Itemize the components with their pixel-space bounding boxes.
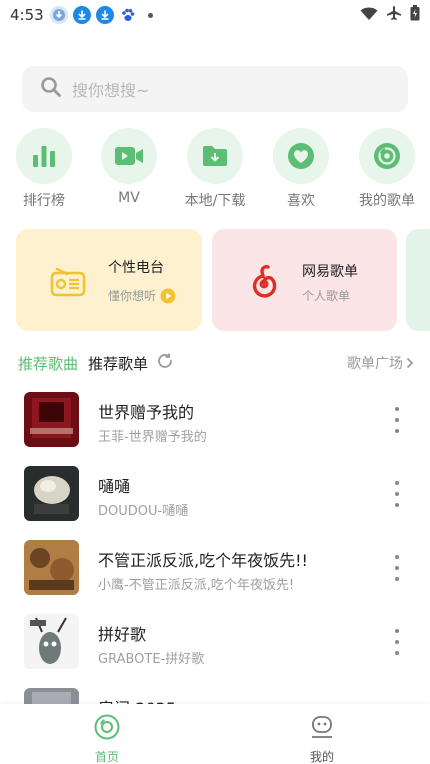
user-icon [309, 714, 335, 744]
quick-menu-local-download[interactable]: 本地/下载 [175, 128, 255, 210]
folder-download-icon [187, 128, 243, 184]
tab-recommended-playlists[interactable]: 推荐歌单 [88, 353, 148, 374]
quick-menu-favorites[interactable]: 喜欢 [261, 128, 341, 210]
card-subtitle: 个人歌单 [302, 289, 351, 303]
home-disc-icon [94, 714, 120, 744]
download-icon [72, 6, 91, 24]
video-icon [101, 128, 157, 184]
song-subtitle: DOUDOU-嗵嗵 [98, 504, 189, 519]
card-title: 网易歌单 [302, 264, 358, 280]
quick-menu: 排行榜 MV 本地/下载 喜欢 我的歌单 [0, 128, 430, 212]
music-disc-icon [359, 128, 415, 184]
play-circle-icon[interactable] [160, 288, 176, 304]
status-bar: 4:53 [0, 0, 430, 30]
notification-dot [147, 12, 153, 18]
playlist-plaza-link[interactable]: 歌单广场 [347, 353, 414, 373]
nav-mine[interactable]: 我的 [282, 714, 362, 764]
song-item[interactable]: 拼好歌 GRABOTE-拼好歌 [0, 614, 430, 688]
next-card-peek[interactable] [406, 229, 430, 331]
netease-music-icon [244, 261, 284, 301]
more-options-icon[interactable] [392, 555, 402, 581]
quick-menu-ranking[interactable]: 排行榜 [4, 128, 84, 210]
airplane-icon [386, 5, 402, 25]
refresh-icon[interactable] [156, 352, 174, 374]
status-time: 4:53 [10, 6, 44, 24]
heart-icon [273, 128, 329, 184]
quick-menu-my-playlists[interactable]: 我的歌单 [347, 128, 427, 210]
bottom-navigation: 首页 我的 [0, 704, 430, 764]
tab-recommended-songs[interactable]: 推荐歌曲 [18, 353, 78, 374]
download-icon [95, 6, 114, 24]
song-title: 世界赠予我的 [98, 403, 195, 422]
album-cover [24, 540, 79, 595]
nav-home[interactable]: 首页 [67, 714, 147, 764]
song-item[interactable]: 世界赠予我的 王菲-世界赠予我的 [0, 392, 430, 466]
search-bar[interactable]: 搜你想搜~ [22, 66, 408, 112]
netease-playlist-card[interactable]: 网易歌单 个人歌单 [212, 229, 397, 331]
paw-icon [119, 6, 137, 24]
wifi-icon [360, 6, 378, 25]
song-item[interactable]: 嗵嗵 DOUDOU-嗵嗵 [0, 466, 430, 540]
nav-home-label: 首页 [94, 750, 119, 764]
personal-radio-card[interactable]: 个性电台 懂你想听 [16, 229, 202, 331]
quick-menu-label: 我的歌单 [359, 193, 415, 209]
card-subtitle-text: 懂你想听 [108, 289, 157, 303]
card-subtitle: 懂你想听 [108, 287, 176, 304]
card-title: 个性电台 [108, 260, 164, 276]
quick-menu-label: 排行榜 [23, 193, 65, 209]
quick-menu-mv[interactable]: MV [89, 128, 169, 206]
song-subtitle: GRABOTE-拼好歌 [98, 652, 205, 667]
more-options-icon[interactable] [392, 407, 402, 433]
song-title: 嗵嗵 [98, 477, 131, 496]
recommend-section-header: 推荐歌曲 推荐歌单 歌单广场 [18, 352, 414, 374]
quick-menu-label: MV [118, 190, 140, 206]
battery-icon [410, 5, 420, 25]
album-cover [24, 614, 79, 669]
more-options-icon[interactable] [392, 481, 402, 507]
song-title: 不管正派反派,吃个年夜饭先!! [98, 551, 308, 570]
album-cover [24, 466, 79, 521]
song-subtitle: 小鹰-不管正派反派,吃个年夜饭先! [98, 578, 295, 593]
song-item[interactable]: 不管正派反派,吃个年夜饭先!! 小鹰-不管正派反派,吃个年夜饭先! [0, 540, 430, 614]
search-icon [40, 76, 62, 102]
song-subtitle: 王菲-世界赠予我的 [98, 430, 207, 445]
radio-icon [48, 261, 88, 301]
playlist-plaza-label: 歌单广场 [347, 356, 403, 372]
quick-menu-label: 本地/下载 [184, 193, 246, 209]
quick-menu-label: 喜欢 [287, 193, 315, 209]
chevron-right-icon [406, 357, 414, 369]
app-badge-icon [49, 6, 68, 24]
album-cover [24, 392, 79, 447]
song-title: 拼好歌 [98, 625, 147, 644]
search-placeholder: 搜你想搜~ [72, 81, 150, 100]
bar-chart-icon [16, 128, 72, 184]
more-options-icon[interactable] [392, 629, 402, 655]
nav-mine-label: 我的 [309, 750, 334, 764]
